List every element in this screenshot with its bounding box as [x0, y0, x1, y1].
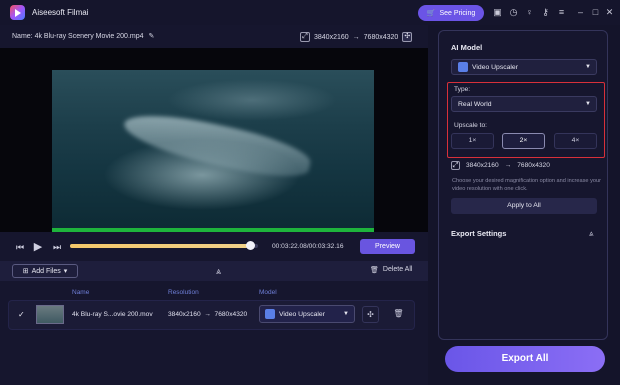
- preview-button[interactable]: Preview: [360, 239, 415, 254]
- compare-icon[interactable]: ✣: [402, 32, 413, 42]
- plus-icon: ⊞: [22, 268, 29, 275]
- minimize-icon[interactable]: –: [575, 7, 586, 18]
- type-label: Type:: [454, 86, 471, 93]
- row-resolution: 3840x2160 → 7680x4320: [168, 311, 248, 318]
- output-resolution: ⤢ 3840x2160 → 7680x4320: [451, 161, 550, 170]
- target-resolution: 7680x4320: [363, 33, 399, 41]
- video-upscaler-icon: [458, 62, 468, 72]
- play-icon[interactable]: ▶: [32, 241, 44, 253]
- ai-model-title: AI Model: [451, 43, 483, 52]
- ai-model-value: Video Upscaler: [472, 63, 518, 71]
- row-file-name: 4k Blu-ray S...ovie 200.mov: [72, 311, 153, 318]
- column-header-model: Model: [259, 289, 277, 296]
- file-name: 4k Blu-ray Scenery Movie 200.mp4: [34, 33, 144, 40]
- row-model-value: Video Upscaler: [279, 310, 325, 318]
- video-frame: [52, 70, 374, 232]
- row-checkbox[interactable]: ✓: [18, 310, 25, 319]
- upscale-label: Upscale to:: [454, 122, 487, 129]
- row-model-select[interactable]: Video Upscaler ▼: [259, 305, 355, 323]
- chevron-down-icon: ▾: [63, 268, 68, 275]
- resolution-icon: ⤢: [300, 32, 310, 42]
- type-value: Real World: [458, 100, 492, 108]
- trash-icon: 🗑: [370, 267, 379, 274]
- scale-2x-button[interactable]: 2×: [502, 133, 545, 149]
- key-icon[interactable]: ⚷: [540, 7, 551, 18]
- add-files-button[interactable]: ⊞ Add Files ▾: [12, 264, 78, 278]
- row-delete-icon[interactable]: 🗑: [390, 306, 407, 323]
- next-frame-icon[interactable]: ⏭: [51, 241, 63, 253]
- gallery-icon[interactable]: ▣: [492, 7, 503, 18]
- timeline-progress: [70, 244, 251, 248]
- export-all-button[interactable]: Export All: [445, 346, 605, 372]
- app-logo-icon: [10, 5, 25, 20]
- apply-to-all-button[interactable]: Apply to All: [451, 198, 597, 214]
- previous-frame-icon[interactable]: ⏮: [14, 241, 26, 253]
- export-settings-collapse-icon[interactable]: ⩓: [589, 229, 594, 239]
- see-pricing-label: See Pricing: [439, 9, 476, 17]
- output-target-resolution: 7680x4320: [517, 162, 550, 169]
- maximize-icon[interactable]: □: [590, 7, 601, 18]
- add-files-label: Add Files: [31, 267, 61, 275]
- output-source-resolution: 3840x2160: [466, 162, 499, 169]
- resolution-summary: ⤢ 3840x2160 → 7680x4320 ✣: [300, 32, 413, 42]
- scale-4x-button[interactable]: 4×: [554, 133, 597, 149]
- type-select[interactable]: Real World ▼: [451, 96, 597, 112]
- upscale-hint: Choose your desired magnification option…: [452, 178, 601, 192]
- app-title: Aiseesoft Filmai: [32, 8, 89, 17]
- chevron-down-icon: ▼: [343, 311, 349, 317]
- source-resolution: 3840x2160: [314, 33, 349, 41]
- resolution-icon: ⤢: [451, 161, 460, 170]
- menu-icon[interactable]: ≡: [556, 7, 567, 18]
- ai-model-select[interactable]: Video Upscaler ▼: [451, 59, 597, 75]
- edit-name-icon[interactable]: ✎: [148, 33, 154, 40]
- processing-bar: [52, 228, 374, 232]
- clock-icon[interactable]: ◷: [508, 7, 519, 18]
- cart-icon: 🛒: [426, 10, 436, 17]
- arrow-icon: →: [352, 33, 360, 41]
- bulb-icon[interactable]: ♀: [524, 7, 535, 18]
- name-label: Name:: [12, 33, 33, 40]
- chevron-down-icon: ▼: [585, 64, 591, 70]
- scale-1x-button[interactable]: 1×: [451, 133, 494, 149]
- column-header-resolution: Resolution: [168, 289, 199, 296]
- close-icon[interactable]: ✕: [604, 7, 615, 18]
- timecode: 00:03:22.08/00:03:32.16: [272, 243, 344, 250]
- compare-button[interactable]: ✣: [362, 306, 379, 323]
- export-settings-title: Export Settings: [451, 229, 507, 238]
- arrow-icon: →: [504, 162, 512, 169]
- video-thumbnail: [36, 305, 64, 324]
- see-pricing-button[interactable]: 🛒 See Pricing: [418, 5, 484, 21]
- delete-all-button[interactable]: 🗑 Delete All: [370, 266, 412, 274]
- delete-all-label: Delete All: [382, 266, 413, 273]
- video-upscaler-icon: [265, 309, 275, 319]
- collapse-icon[interactable]: ⩓: [216, 266, 221, 277]
- column-header-name: Name: [72, 289, 90, 296]
- chevron-down-icon: ▼: [585, 101, 591, 107]
- file-name-row: Name: 4k Blu-ray Scenery Movie 200.mp4 ✎: [12, 32, 154, 40]
